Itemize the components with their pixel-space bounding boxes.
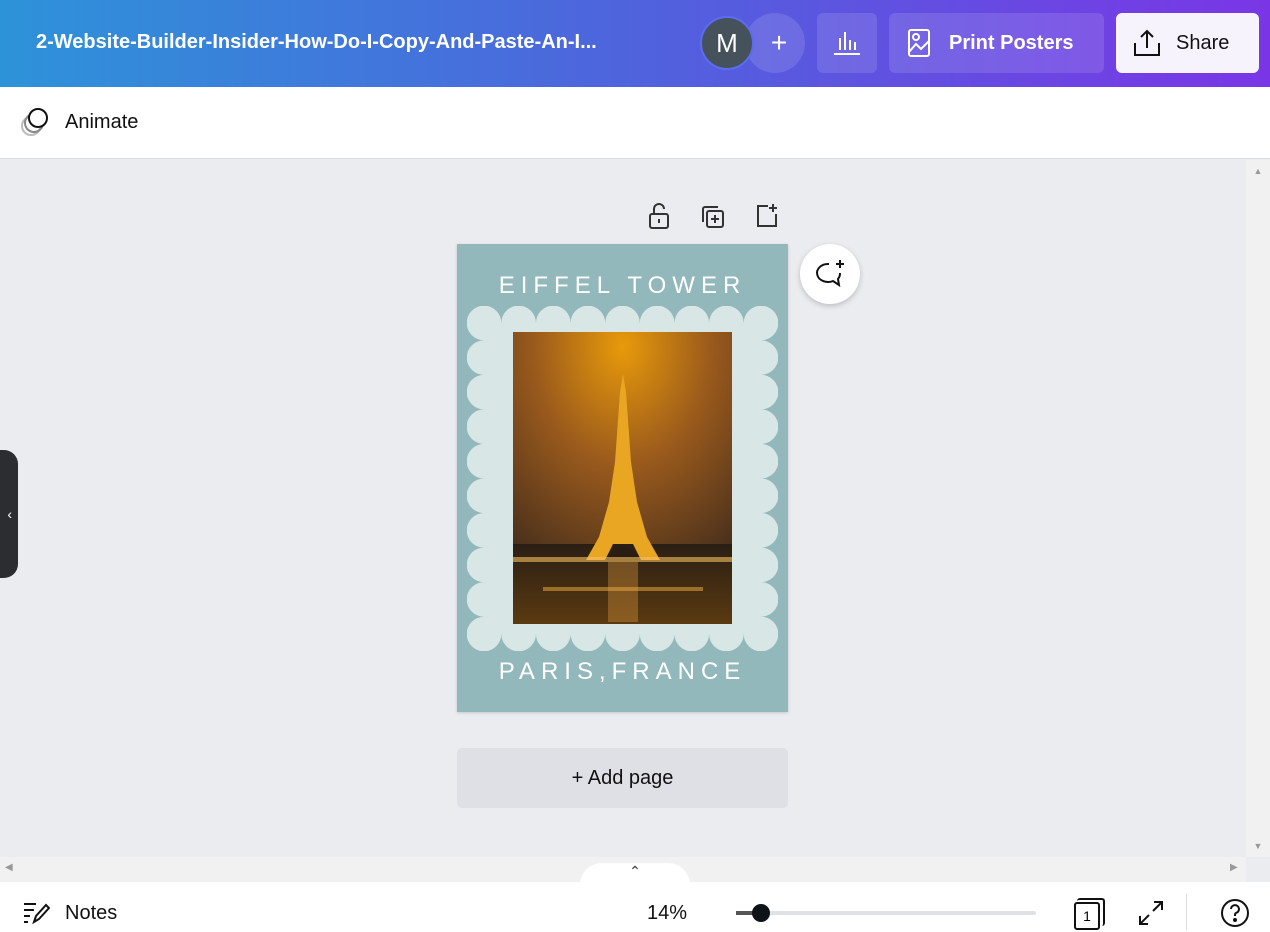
collapse-panel-button[interactable]: ‹ [0,450,18,578]
animate-button[interactable]: Animate [65,111,138,134]
help-icon[interactable] [1220,898,1250,928]
page-count-button[interactable]: 1 [1074,898,1105,930]
lock-icon[interactable] [646,202,672,230]
add-page-button[interactable]: + Add page [457,748,788,808]
divider [1186,894,1187,930]
avatar[interactable]: M [700,16,754,70]
page-count: 1 [1074,902,1100,930]
zoom-level[interactable]: 14% [647,902,687,925]
upload-icon [1134,29,1160,56]
comment-plus-icon [816,260,844,288]
print-posters-label: Print Posters [949,31,1074,54]
zoom-slider-thumb[interactable] [752,904,770,922]
animate-icon[interactable] [20,107,52,139]
share-label: Share [1176,31,1230,54]
add-comment-button[interactable] [800,244,860,304]
poster-title[interactable]: EIFFEL TOWER [457,272,788,300]
bar-chart-icon [834,32,860,55]
top-bar: 2-Website-Builder-Insider-How-Do-I-Copy-… [0,0,1270,87]
eiffel-tower-photo[interactable] [513,332,732,624]
poster-subtitle[interactable]: PARIS,FRANCE [457,658,788,686]
notes-icon [24,903,50,925]
document-title[interactable]: 2-Website-Builder-Insider-How-Do-I-Copy-… [36,31,597,54]
add-page-icon[interactable] [754,202,780,230]
context-toolbar: Animate [0,87,1270,159]
poster-page[interactable]: EIFFEL TOWER PARIS,FRANCE [457,244,788,712]
vertical-scrollbar[interactable]: ▲ ▼ [1246,160,1270,857]
duplicate-icon[interactable] [700,204,726,230]
image-icon [908,29,930,57]
add-collaborator-button[interactable]: + [745,13,805,73]
zoom-slider[interactable] [736,904,1036,922]
share-button[interactable]: Share [1116,13,1259,73]
fullscreen-icon[interactable] [1137,899,1165,927]
print-posters-button[interactable]: Print Posters [889,13,1104,73]
footer-bar: Notes 14% 1 [0,882,1270,932]
insights-button[interactable] [817,13,877,73]
notes-button[interactable]: Notes [65,902,117,925]
